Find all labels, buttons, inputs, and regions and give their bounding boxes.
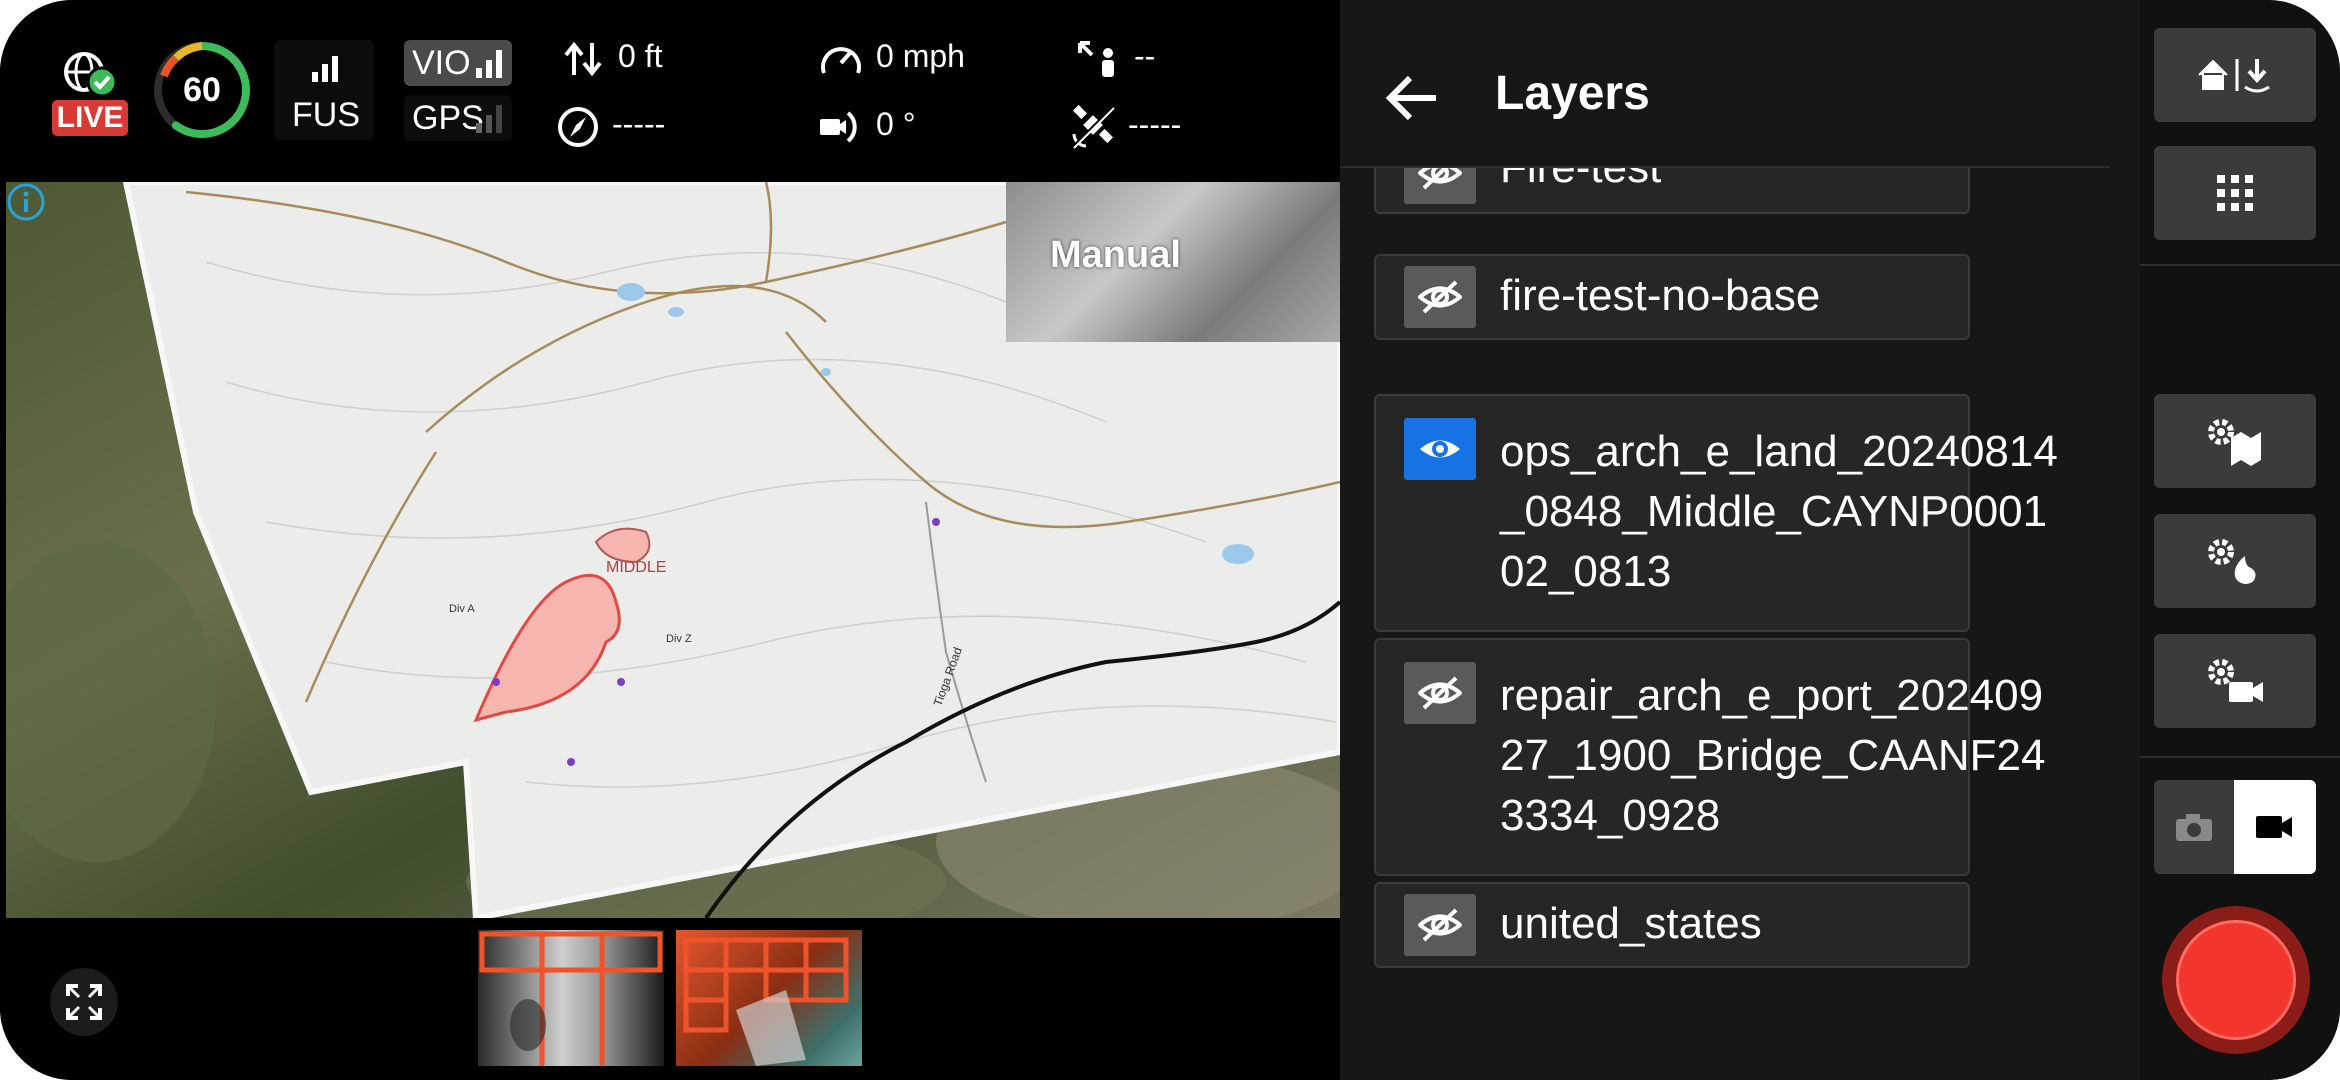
app-screen: LIVE 60 FUS VIO GPS 0 ft 0 mph -- ----- … bbox=[0, 0, 2340, 1080]
gear-video-icon bbox=[2208, 659, 2263, 702]
layer-visibility-toggle[interactable] bbox=[1404, 418, 1476, 480]
layer-visibility-toggle[interactable] bbox=[1404, 168, 1476, 204]
back-arrow-icon[interactable] bbox=[1384, 70, 1440, 126]
div-a-label: Div A bbox=[449, 603, 475, 615]
camera-thumbnail-color[interactable] bbox=[676, 930, 862, 1066]
layer-name: united_states bbox=[1500, 899, 1762, 948]
heading-readout: ----- bbox=[556, 104, 665, 149]
div-z-label: Div Z bbox=[666, 633, 692, 645]
vio-indicator[interactable]: VIO bbox=[404, 40, 512, 86]
eye-off-icon bbox=[1418, 280, 1462, 314]
gear-map-icon bbox=[2208, 419, 2261, 466]
record-button-face bbox=[2176, 920, 2296, 1040]
fire-settings-button[interactable] bbox=[2154, 514, 2316, 608]
layers-title: Layers bbox=[1495, 67, 1650, 120]
distance-person-icon bbox=[1078, 40, 1114, 77]
video-settings-button[interactable] bbox=[2154, 634, 2316, 728]
battery-indicator[interactable]: 60 bbox=[152, 40, 252, 140]
layer-visibility-toggle[interactable] bbox=[1404, 894, 1476, 956]
globe-check-icon bbox=[64, 52, 118, 98]
layer-name: fire-test-no-base bbox=[1500, 271, 1821, 320]
layer-item[interactable]: ops_arch_e_land_20240814_0848_Middle_CAY… bbox=[1374, 394, 2058, 632]
fus-label: FUS bbox=[292, 96, 360, 134]
layers-header: Layers bbox=[1340, 0, 2110, 168]
layers-list[interactable]: Fire-test fire-test-no-base bbox=[1340, 168, 2140, 1080]
expand-button[interactable] bbox=[50, 968, 118, 1036]
signal-icon bbox=[476, 50, 502, 78]
status-bar: LIVE 60 FUS VIO GPS 0 ft 0 mph -- ----- … bbox=[0, 0, 1340, 182]
layer-item[interactable]: united_states bbox=[1374, 882, 1970, 968]
gear-fire-icon bbox=[2208, 539, 2256, 584]
speedometer-icon bbox=[821, 46, 861, 74]
manual-text: Manual bbox=[1050, 234, 1181, 276]
home-download-button[interactable] bbox=[2154, 28, 2316, 122]
manual-overlay-label[interactable]: Manual bbox=[1006, 182, 1340, 342]
layer-visibility-toggle[interactable] bbox=[1404, 662, 1476, 724]
camera-tilt-readout: 0 ° bbox=[818, 104, 915, 147]
rail-divider bbox=[2140, 264, 2340, 266]
camera-icon bbox=[2176, 814, 2212, 841]
gps-indicator[interactable]: GPS bbox=[404, 95, 512, 141]
record-button[interactable] bbox=[2162, 906, 2310, 1054]
camera-thumbnail-thermal[interactable] bbox=[478, 930, 664, 1066]
eye-off-icon bbox=[1418, 908, 1462, 942]
satellite-value: ----- bbox=[1128, 106, 1182, 143]
video-icon bbox=[2256, 816, 2292, 838]
info-icon[interactable] bbox=[6, 182, 46, 222]
satellite-readout: ----- bbox=[1070, 104, 1181, 150]
compass-icon bbox=[558, 106, 598, 147]
video-mode-button[interactable] bbox=[2234, 780, 2316, 874]
expand-icon bbox=[66, 984, 102, 1020]
fus-indicator[interactable]: FUS bbox=[274, 40, 374, 140]
satellite-icon bbox=[1070, 104, 1116, 150]
photo-mode-button[interactable] bbox=[2154, 780, 2234, 874]
eye-icon bbox=[1420, 440, 1460, 458]
map-settings-button[interactable] bbox=[2154, 394, 2316, 488]
layer-item[interactable]: repair_arch_e_port_20240927_1900_Bridge_… bbox=[1374, 638, 2046, 876]
layer-name: Fire-test bbox=[1500, 168, 2060, 198]
grid-icon bbox=[2217, 175, 2253, 211]
altitude-value: 0 ft bbox=[618, 38, 663, 74]
color-overlay bbox=[683, 937, 849, 1066]
speed-value: 0 mph bbox=[876, 38, 965, 74]
eye-off-icon bbox=[1418, 168, 1462, 190]
camera-tilt-icon bbox=[820, 110, 857, 143]
altitude-readout: 0 ft bbox=[562, 36, 662, 77]
rail-divider bbox=[2140, 756, 2340, 758]
layer-name: repair_arch_e_port_20240927_1900_Bridge_… bbox=[1500, 671, 2046, 840]
vio-label: VIO bbox=[412, 44, 471, 82]
signal-icon bbox=[312, 56, 338, 82]
bottom-strip bbox=[0, 918, 1340, 1080]
live-indicator[interactable]: LIVE bbox=[52, 44, 132, 139]
distance-readout: -- bbox=[1076, 36, 1155, 79]
altitude-icon bbox=[564, 41, 602, 76]
capture-mode-toggle[interactable] bbox=[2154, 780, 2316, 874]
live-badge: LIVE bbox=[52, 100, 128, 136]
layer-name: ops_arch_e_land_20240814_0848_Middle_CAY… bbox=[1500, 427, 2058, 596]
heading-value: ----- bbox=[612, 106, 666, 142]
distance-value: -- bbox=[1134, 38, 1156, 74]
layers-panel: Layers Fire-test bbox=[1340, 0, 2140, 1080]
layer-visibility-toggle[interactable] bbox=[1404, 266, 1476, 328]
eye-off-icon bbox=[1418, 676, 1462, 710]
camera-tilt-value: 0 ° bbox=[876, 106, 916, 142]
map-view[interactable]: MIDDLE Div A Div Z Tioga Road Manual bbox=[6, 182, 1340, 918]
signal-icon bbox=[476, 105, 502, 133]
thermal-overlay bbox=[479, 931, 663, 1066]
fire-label: MIDDLE bbox=[606, 559, 666, 576]
speed-readout: 0 mph bbox=[818, 36, 965, 79]
control-rail bbox=[2140, 0, 2340, 1080]
layer-item[interactable]: fire-test-no-base bbox=[1374, 254, 1970, 340]
grid-button[interactable] bbox=[2154, 146, 2316, 240]
layer-item[interactable]: Fire-test bbox=[1374, 168, 1970, 214]
battery-value: 60 bbox=[183, 71, 221, 109]
home-download-icon bbox=[2198, 59, 2270, 93]
